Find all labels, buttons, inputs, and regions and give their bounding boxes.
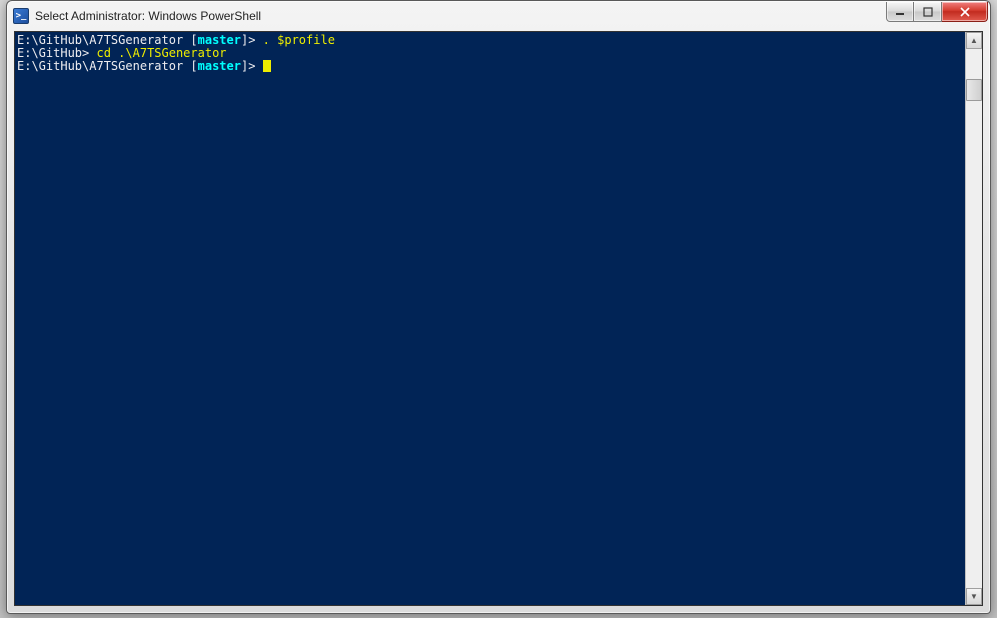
powershell-window: >_ Select Administrator: Windows PowerSh… (6, 0, 991, 614)
titlebar[interactable]: >_ Select Administrator: Windows PowerSh… (7, 1, 990, 31)
window-title: Select Administrator: Windows PowerShell (35, 9, 880, 23)
text-cursor (263, 60, 271, 72)
minimize-button[interactable] (886, 2, 914, 22)
scroll-track[interactable] (966, 49, 982, 588)
scroll-thumb[interactable] (966, 79, 982, 101)
console-line: E:\GitHub\A7TSGenerator [master]> (17, 60, 963, 73)
git-branch: master (198, 33, 241, 47)
vertical-scrollbar[interactable]: ▲ ▼ (965, 32, 982, 605)
window-controls (886, 2, 988, 22)
git-branch: master (198, 59, 241, 73)
console-client-area: E:\GitHub\A7TSGenerator [master]> . $pro… (14, 31, 983, 606)
console-output[interactable]: E:\GitHub\A7TSGenerator [master]> . $pro… (15, 32, 965, 605)
close-button[interactable] (942, 2, 988, 22)
maximize-button[interactable] (914, 2, 942, 22)
scroll-down-button[interactable]: ▼ (966, 588, 982, 605)
scroll-up-button[interactable]: ▲ (966, 32, 982, 49)
powershell-icon: >_ (13, 8, 29, 24)
